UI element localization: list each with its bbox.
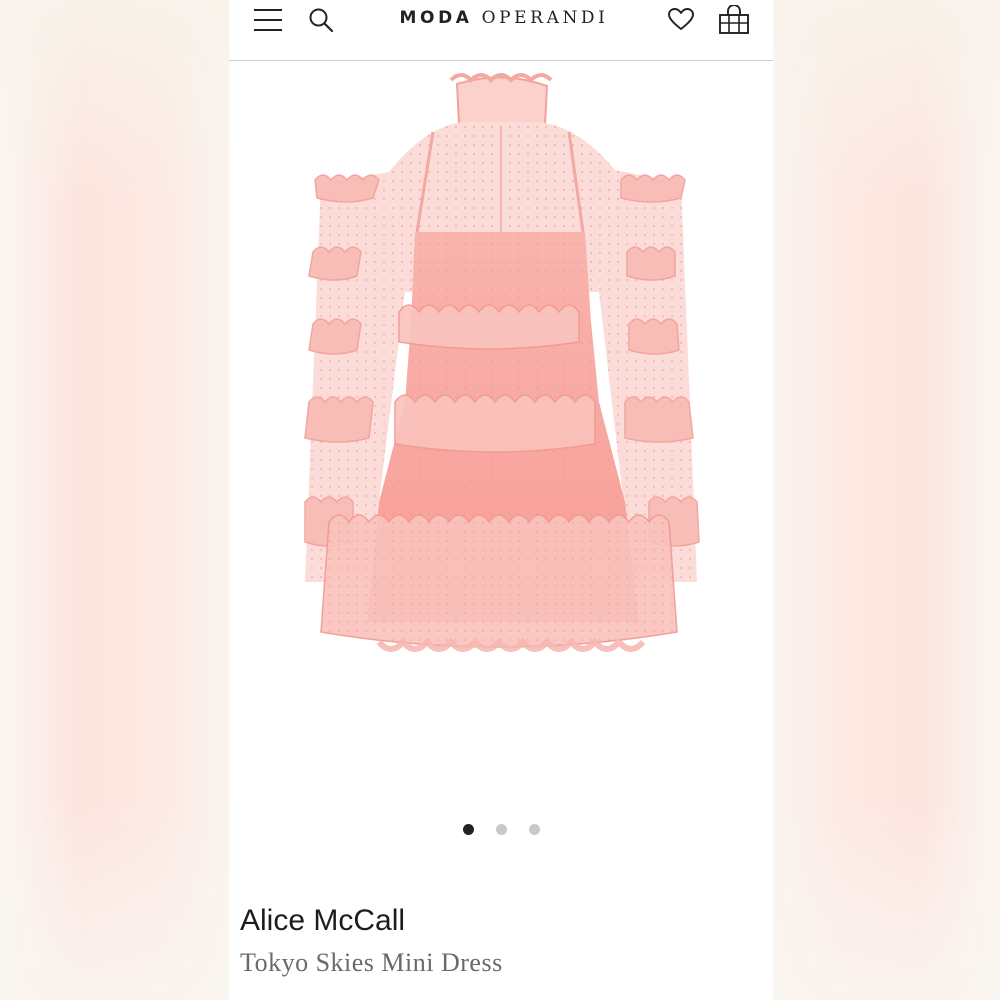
mobile-screen: MODA OPERANDI Alice McCall Tokyo Skies M… bbox=[229, 0, 773, 1000]
site-logo[interactable]: MODA OPERANDI bbox=[379, 8, 629, 28]
logo-word-operandi: OPERANDI bbox=[481, 8, 609, 28]
top-navigation-bar: MODA OPERANDI bbox=[229, 0, 773, 61]
carousel-dot-2[interactable] bbox=[495, 824, 507, 835]
carousel-indicators bbox=[229, 824, 773, 836]
menu-icon[interactable] bbox=[253, 7, 283, 33]
product-image[interactable] bbox=[229, 62, 773, 802]
background-left bbox=[0, 0, 229, 1000]
shopping-bag-icon[interactable] bbox=[718, 4, 750, 35]
search-icon[interactable] bbox=[308, 7, 334, 33]
product-brand[interactable]: Alice McCall bbox=[240, 904, 405, 938]
background-right bbox=[773, 0, 1000, 1000]
logo-word-moda: MODA bbox=[399, 8, 473, 28]
product-name: Tokyo Skies Mini Dress bbox=[240, 948, 503, 977]
carousel-dot-1[interactable] bbox=[462, 824, 474, 835]
heart-icon[interactable] bbox=[668, 7, 694, 33]
carousel-dot-3[interactable] bbox=[528, 824, 540, 835]
